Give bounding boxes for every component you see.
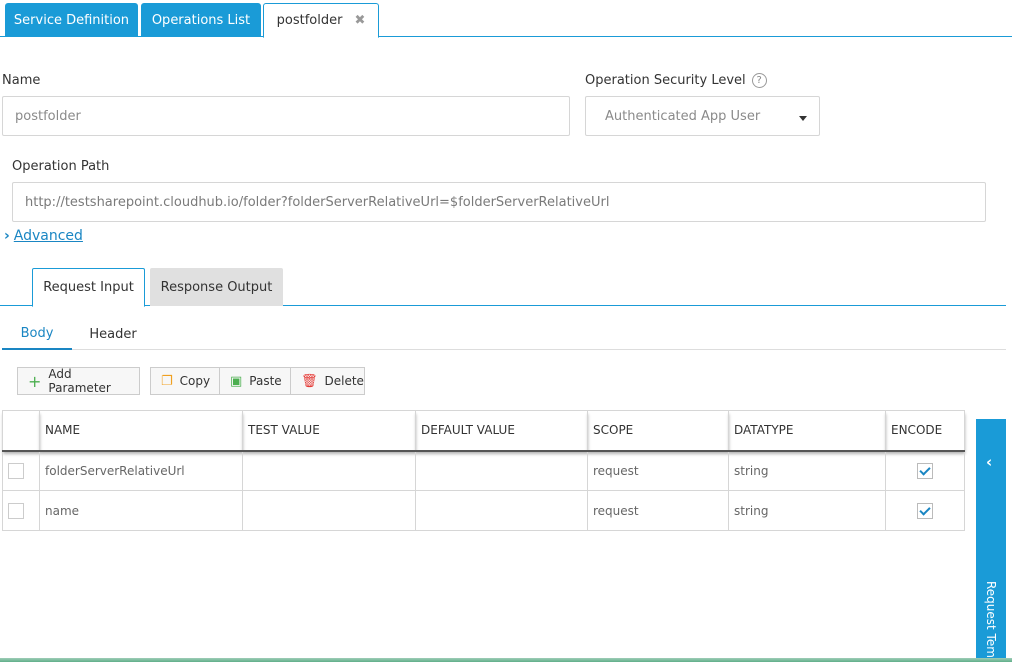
- operation-path-label: Operation Path: [12, 159, 110, 174]
- name-input[interactable]: postfolder: [2, 96, 570, 136]
- row-select-cell[interactable]: [2, 450, 40, 491]
- tab-label: postfolder: [276, 13, 343, 28]
- encode-checkbox[interactable]: [917, 462, 933, 479]
- test-value-cell[interactable]: [242, 450, 416, 491]
- test-value-cell[interactable]: [242, 490, 416, 531]
- table-row[interactable]: folderServerRelativeUrl request string: [2, 450, 965, 491]
- row-checkbox[interactable]: [8, 462, 24, 479]
- encode-cell: [885, 490, 965, 531]
- default-value-cell[interactable]: [415, 450, 588, 491]
- plus-icon: +: [28, 371, 42, 391]
- table-row[interactable]: name request string: [2, 490, 965, 531]
- security-level-label: Operation Security Level?: [585, 73, 767, 88]
- column-header-default-value[interactable]: DEFAULT VALUE: [415, 410, 588, 452]
- column-header-encode[interactable]: ENCODE: [885, 410, 965, 452]
- tab-label: Request Input: [43, 280, 134, 295]
- table-header-row: NAME TEST VALUE DEFAULT VALUE SCOPE DATA…: [2, 410, 965, 452]
- tab-header[interactable]: Header: [78, 318, 148, 350]
- column-header-scope[interactable]: SCOPE: [587, 410, 729, 452]
- paste-icon: ▣: [230, 373, 243, 389]
- tab-response-output[interactable]: Response Output: [150, 268, 283, 306]
- name-label: Name: [2, 73, 41, 88]
- button-label: Delete: [324, 374, 364, 388]
- param-name-cell[interactable]: name: [39, 490, 243, 531]
- close-icon[interactable]: ✖: [354, 13, 365, 28]
- tab-label: Body: [20, 325, 54, 341]
- scope-cell[interactable]: request: [587, 450, 729, 491]
- column-header-datatype[interactable]: DATATYPE: [728, 410, 886, 452]
- button-label: Paste: [249, 374, 282, 388]
- tab-service-definition[interactable]: Service Definition: [5, 3, 138, 37]
- tab-label: Response Output: [160, 279, 273, 295]
- default-value-cell[interactable]: [415, 490, 588, 531]
- param-name-cell[interactable]: folderServerRelativeUrl: [39, 450, 243, 491]
- add-parameter-button[interactable]: + Add Parameter: [17, 367, 140, 395]
- select-column-header: [2, 410, 40, 452]
- delete-button[interactable]: 🗑 Delete: [290, 367, 365, 395]
- help-icon[interactable]: ?: [751, 73, 767, 88]
- encode-checkbox[interactable]: [917, 502, 933, 519]
- tab-request-input[interactable]: Request Input: [32, 268, 145, 307]
- request-template-label: Request Temp: [984, 581, 998, 662]
- copy-icon: ❐: [161, 373, 173, 389]
- row-checkbox[interactable]: [8, 502, 24, 519]
- tab-body[interactable]: Body: [2, 318, 72, 350]
- row-select-cell[interactable]: [2, 490, 40, 531]
- scope-cell[interactable]: request: [587, 490, 729, 531]
- tab-label: Header: [89, 326, 137, 342]
- advanced-link[interactable]: Advanced: [14, 228, 83, 244]
- button-label: Add Parameter: [48, 367, 111, 395]
- column-header-name[interactable]: NAME: [39, 410, 243, 452]
- operation-path-input[interactable]: http://testsharepoint.cloudhub.io/folder…: [12, 182, 986, 222]
- io-tab-bar: Request Input Response Output: [0, 268, 1006, 307]
- parameters-table: NAME TEST VALUE DEFAULT VALUE SCOPE DATA…: [2, 410, 965, 531]
- security-level-value: Authenticated App User: [605, 108, 761, 124]
- tab-postfolder[interactable]: postfolder ✖: [263, 3, 379, 38]
- column-header-test-value[interactable]: TEST VALUE: [242, 410, 416, 452]
- bottom-strip: [0, 658, 1012, 662]
- tab-label: Service Definition: [13, 12, 130, 28]
- encode-cell: [885, 450, 965, 491]
- paste-button[interactable]: ▣ Paste: [219, 367, 291, 395]
- datatype-cell[interactable]: string: [728, 450, 886, 491]
- chevron-right-icon: ›: [4, 228, 10, 244]
- chevron-left-icon[interactable]: ‹: [986, 453, 992, 471]
- button-label: Copy: [179, 374, 211, 388]
- datatype-cell[interactable]: string: [728, 490, 886, 531]
- top-tab-bar: Service Definition Operations List postf…: [0, 0, 1012, 38]
- security-level-select[interactable]: Authenticated App User: [585, 96, 820, 136]
- advanced-toggle[interactable]: › Advanced: [4, 228, 83, 244]
- trash-icon: 🗑: [301, 373, 318, 389]
- copy-button[interactable]: ❐ Copy: [150, 367, 220, 395]
- sub-tab-bar: Body Header: [2, 318, 1006, 350]
- request-template-panel-toggle[interactable]: ‹ Request Temp: [976, 419, 1006, 662]
- tab-operations-list[interactable]: Operations List: [141, 3, 261, 37]
- tab-label: Operations List: [151, 12, 251, 28]
- caret-down-icon: [799, 116, 807, 121]
- security-level-label-text: Operation Security Level: [585, 73, 746, 88]
